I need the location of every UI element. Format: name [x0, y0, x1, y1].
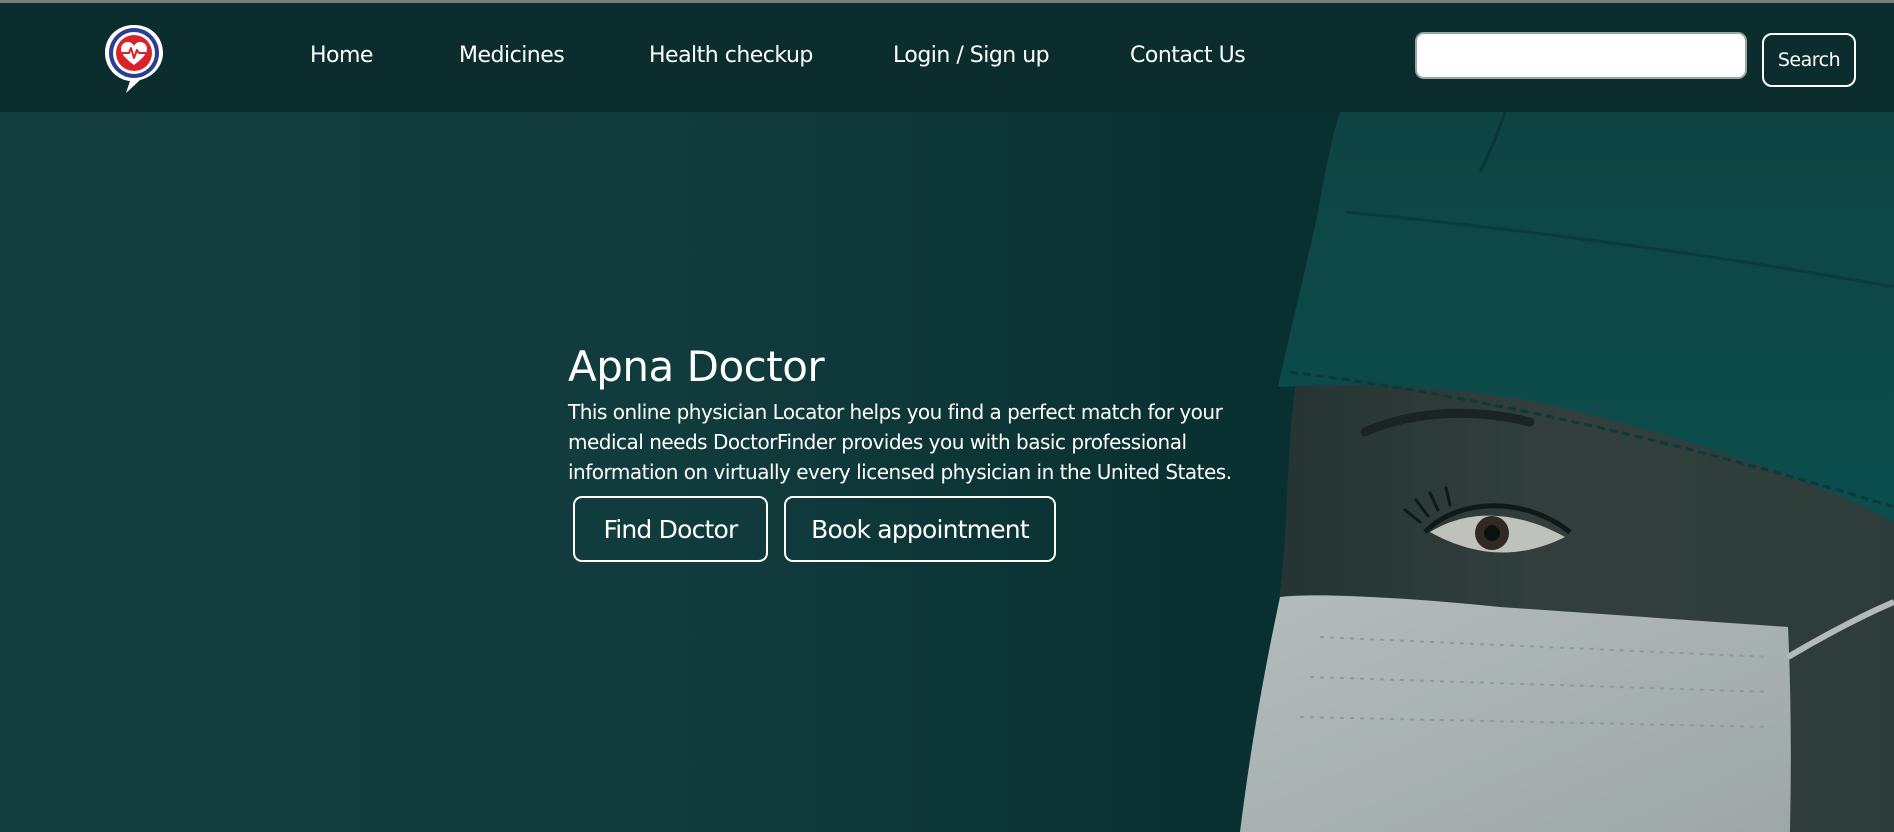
search-input[interactable] [1415, 32, 1747, 79]
nav-link-contact-us[interactable]: Contact Us [1130, 43, 1246, 68]
search-button[interactable]: Search [1762, 33, 1856, 87]
hero-section: Apna Doctor This online physician Locato… [0, 112, 1894, 832]
heart-pulse-chat-bubble-icon [105, 25, 163, 93]
nav-link-login-signup[interactable]: Login / Sign up [893, 43, 1050, 68]
site-logo[interactable] [102, 23, 166, 95]
top-navbar: Home Medicines Health checkup Login / Si… [0, 3, 1894, 112]
nav-link-home[interactable]: Home [310, 43, 373, 68]
nav-link-health-checkup[interactable]: Health checkup [649, 43, 813, 68]
find-doctor-button[interactable]: Find Doctor [573, 496, 768, 562]
book-appointment-button[interactable]: Book appointment [784, 496, 1056, 562]
hero-description: This online physician Locator helps you … [568, 400, 1232, 484]
nav-link-medicines[interactable]: Medicines [459, 43, 565, 68]
hero-title: Apna Doctor [568, 342, 825, 391]
